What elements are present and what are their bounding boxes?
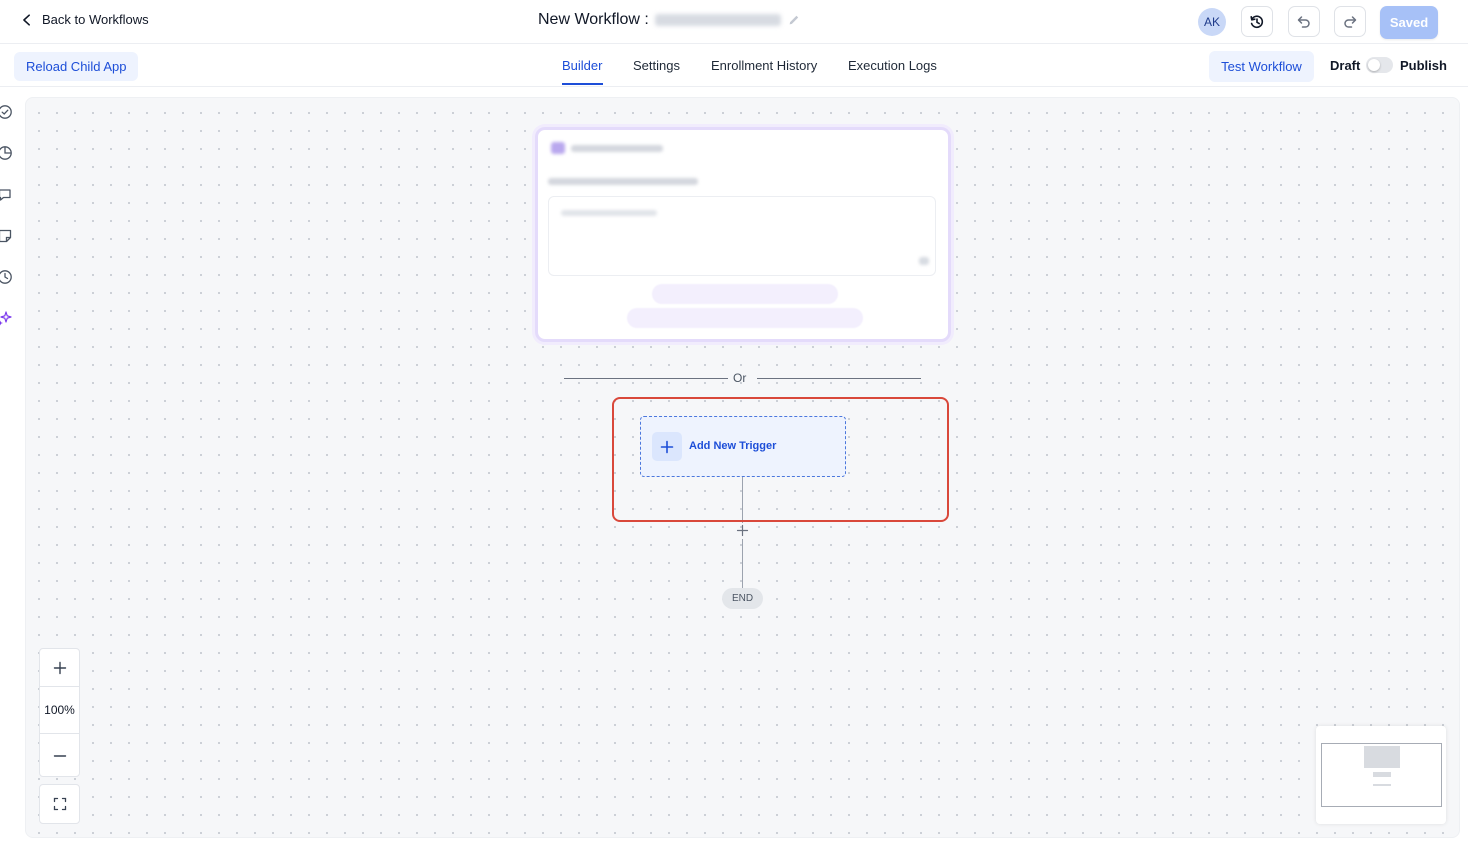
ai-suggestion-chip[interactable] [652,284,838,304]
zoom-controls: 100% [39,648,80,777]
sparkles-icon[interactable] [0,310,13,326]
ai-suggestion-chip[interactable] [627,308,863,328]
zoom-divider [40,733,79,734]
toggle-knob [1368,59,1380,71]
minimap-node [1373,784,1391,786]
avatar[interactable]: AK [1198,8,1226,36]
back-label: Back to Workflows [42,12,149,27]
ai-input-placeholder-redacted [561,210,657,216]
end-node: END [722,588,763,609]
or-divider-right [757,378,921,379]
connector-line [742,539,743,588]
redo-icon [1344,15,1357,28]
ai-assistant-card [535,127,951,342]
workflow-canvas[interactable]: Or Add New Trigger END 100% [25,97,1460,838]
publish-label: Publish [1400,58,1447,73]
highlight-box [612,397,949,522]
tab-execution-logs[interactable]: Execution Logs [848,58,937,73]
tab-enrollment-history[interactable]: Enrollment History [711,58,817,73]
undo-button[interactable] [1288,6,1320,37]
history-icon [1250,14,1264,28]
comment-icon[interactable] [0,187,13,203]
active-tab-indicator [562,83,603,85]
pie-chart-icon[interactable] [0,145,13,161]
or-divider-left [564,378,728,379]
undo-icon [1297,15,1310,28]
or-divider-label: Or [733,371,747,385]
draft-label: Draft [1330,58,1361,73]
zoom-in-button[interactable] [40,649,79,686]
redo-button[interactable] [1334,6,1366,37]
minimap-node [1364,746,1400,768]
expand-icon [53,797,66,811]
edit-pencil-icon[interactable] [787,13,801,27]
ai-prompt-question-redacted [548,178,698,185]
zoom-out-button[interactable] [40,735,79,776]
saved-button[interactable]: Saved [1380,6,1438,39]
sub-bar: Reload Child App Builder Settings Enroll… [0,45,1468,87]
clock-icon[interactable] [0,269,13,285]
version-history-button[interactable] [1241,6,1273,37]
send-icon[interactable] [919,257,929,265]
back-to-workflows-link[interactable]: Back to Workflows [20,12,149,27]
add-step-plus-icon[interactable] [736,524,749,537]
test-workflow-button[interactable]: Test Workflow [1209,51,1314,82]
ai-prompt-input[interactable] [548,196,936,276]
minus-icon [53,754,66,757]
ai-card-title-redacted [571,145,663,152]
plus-icon [53,661,66,674]
publish-toggle[interactable] [1366,57,1393,73]
top-bar: Back to Workflows New Workflow : AK Save… [0,0,1468,44]
workflow-id-redacted [654,14,781,26]
ai-logo-icon [551,142,565,154]
minimap-node [1373,772,1391,777]
zoom-divider [40,686,79,687]
chevron-left-icon [23,13,30,26]
note-icon[interactable] [0,228,13,244]
minimap[interactable] [1316,726,1446,824]
fit-view-button[interactable] [39,784,80,824]
tab-builder[interactable]: Builder [562,58,602,73]
tab-settings[interactable]: Settings [633,58,680,73]
reload-child-app-button[interactable]: Reload Child App [14,52,139,81]
page-title: New Workflow : [538,11,649,28]
zoom-level: 100% [44,703,75,717]
workflow-title-area: New Workflow : [538,11,801,29]
check-circle-icon[interactable] [0,104,13,120]
